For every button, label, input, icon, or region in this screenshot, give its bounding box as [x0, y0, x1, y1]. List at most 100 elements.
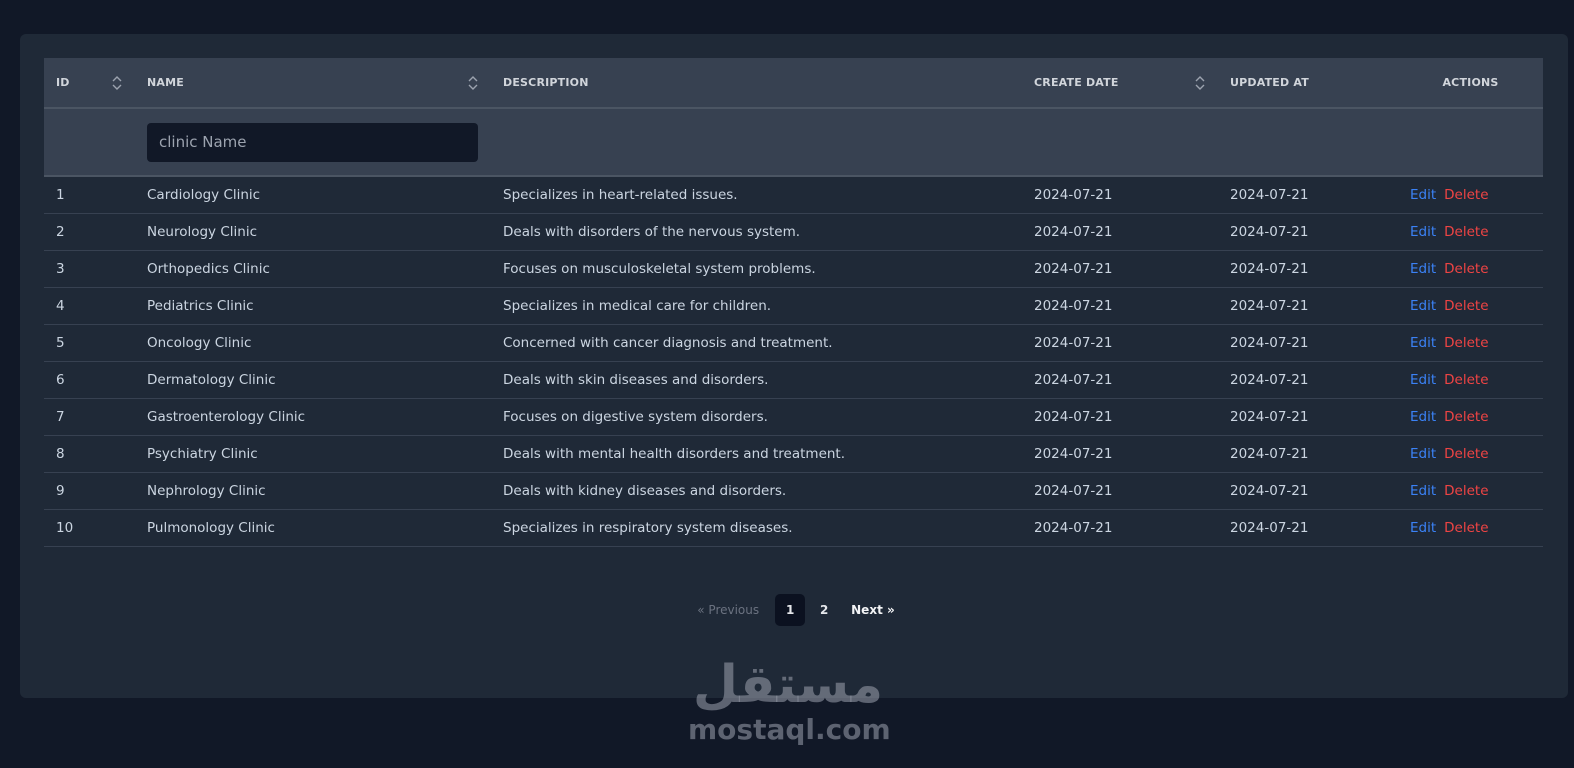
cell-updated-at: 2024-07-21 [1218, 250, 1398, 288]
cell-name: Dermatology Clinic [135, 361, 491, 399]
edit-link[interactable]: Edit [1410, 409, 1436, 425]
header-name[interactable]: NAME [135, 58, 491, 109]
delete-link[interactable]: Delete [1444, 224, 1488, 240]
cell-updated-at: 2024-07-21 [1218, 287, 1398, 325]
delete-link[interactable]: Delete [1444, 187, 1488, 203]
sort-updown-icon[interactable] [467, 75, 479, 91]
cell-actions: Edit Delete [1398, 213, 1543, 251]
cell-create-date: 2024-07-21 [1022, 287, 1218, 325]
header-id[interactable]: ID [44, 58, 135, 109]
page-2-button[interactable]: 2 [809, 594, 839, 626]
cell-updated-at: 2024-07-21 [1218, 176, 1398, 214]
cell-id: 4 [44, 287, 135, 325]
cell-actions: Edit Delete [1398, 324, 1543, 362]
table-row: 10 Pulmonology Clinic Specializes in respi… [44, 509, 1543, 547]
cell-id: 6 [44, 361, 135, 399]
delete-link[interactable]: Delete [1444, 298, 1488, 314]
filter-row [44, 108, 1543, 177]
cell-description: Specializes in heart-related issues. [491, 176, 1022, 214]
edit-link[interactable]: Edit [1410, 224, 1436, 240]
cell-name: Psychiatry Clinic [135, 435, 491, 473]
cell-actions: Edit Delete [1398, 435, 1543, 473]
delete-link[interactable]: Delete [1444, 335, 1488, 351]
cell-create-date: 2024-07-21 [1022, 213, 1218, 251]
cell-description: Deals with skin diseases and disorders. [491, 361, 1022, 399]
filter-cell-empty [1218, 108, 1398, 177]
delete-link[interactable]: Delete [1444, 446, 1488, 462]
cell-id: 7 [44, 398, 135, 436]
delete-link[interactable]: Delete [1444, 520, 1488, 536]
cell-description: Focuses on musculoskeletal system proble… [491, 250, 1022, 288]
cell-create-date: 2024-07-21 [1022, 324, 1218, 362]
page-1-button[interactable]: 1 [775, 594, 806, 626]
cell-name: Gastroenterology Clinic [135, 398, 491, 436]
cell-actions: Edit Delete [1398, 176, 1543, 214]
cell-actions: Edit Delete [1398, 472, 1543, 510]
table-row: 1 Cardiology Clinic Specializes in heart-r… [44, 176, 1543, 214]
cell-name: Pediatrics Clinic [135, 287, 491, 325]
cell-actions: Edit Delete [1398, 509, 1543, 547]
cell-id: 9 [44, 472, 135, 510]
table-row: 7 Gastroenterology Clinic Focuses on diges… [44, 398, 1543, 436]
table-row: 5 Oncology Clinic Concerned with cancer di… [44, 324, 1543, 362]
header-id-label: ID [56, 76, 70, 89]
edit-link[interactable]: Edit [1410, 187, 1436, 203]
cell-name: Orthopedics Clinic [135, 250, 491, 288]
delete-link[interactable]: Delete [1444, 409, 1488, 425]
table-row: 4 Pediatrics Clinic Specializes in medical… [44, 287, 1543, 325]
filter-cell-name [135, 108, 491, 177]
cell-create-date: 2024-07-21 [1022, 509, 1218, 547]
cell-actions: Edit Delete [1398, 398, 1543, 436]
header-description-label: DESCRIPTION [503, 76, 589, 89]
table-row: 6 Dermatology Clinic Deals with skin disea… [44, 361, 1543, 399]
cell-create-date: 2024-07-21 [1022, 176, 1218, 214]
edit-link[interactable]: Edit [1410, 446, 1436, 462]
cell-updated-at: 2024-07-21 [1218, 472, 1398, 510]
cell-description: Specializes in respiratory system diseas… [491, 509, 1022, 547]
cell-name: Cardiology Clinic [135, 176, 491, 214]
cell-id: 10 [44, 509, 135, 547]
table-row: 3 Orthopedics Clinic Focuses on musculoske… [44, 250, 1543, 288]
edit-link[interactable]: Edit [1410, 520, 1436, 536]
header-actions: ACTIONS [1398, 58, 1543, 109]
delete-link[interactable]: Delete [1444, 372, 1488, 388]
edit-link[interactable]: Edit [1410, 335, 1436, 351]
cell-create-date: 2024-07-21 [1022, 398, 1218, 436]
watermark-latin: mostaql.com [688, 713, 891, 746]
clinics-table: ID NAME DESCRIPTION CREATE DATE UPDATED … [44, 58, 1543, 547]
cell-updated-at: 2024-07-21 [1218, 213, 1398, 251]
edit-link[interactable]: Edit [1410, 372, 1436, 388]
previous-page-link[interactable]: « Previous [685, 603, 771, 617]
sort-updown-icon[interactable] [111, 75, 123, 91]
table-row: 2 Neurology Clinic Deals with disorders of… [44, 213, 1543, 251]
header-create-date[interactable]: CREATE DATE [1022, 58, 1218, 109]
mostaql-watermark: مستقل mostaql.com [688, 655, 891, 746]
cell-id: 8 [44, 435, 135, 473]
cell-create-date: 2024-07-21 [1022, 250, 1218, 288]
header-create-date-label: CREATE DATE [1034, 76, 1119, 89]
edit-link[interactable]: Edit [1410, 298, 1436, 314]
cell-create-date: 2024-07-21 [1022, 435, 1218, 473]
cell-description: Deals with kidney diseases and disorders… [491, 472, 1022, 510]
edit-link[interactable]: Edit [1410, 483, 1436, 499]
cell-description: Concerned with cancer diagnosis and trea… [491, 324, 1022, 362]
cell-actions: Edit Delete [1398, 361, 1543, 399]
next-page-link[interactable]: Next » [843, 603, 903, 617]
pagination: « Previous 1 2 Next » [20, 594, 1568, 626]
watermark-arabic: مستقل [692, 655, 884, 715]
delete-link[interactable]: Delete [1444, 261, 1488, 277]
cell-description: Focuses on digestive system disorders. [491, 398, 1022, 436]
clinics-card: ID NAME DESCRIPTION CREATE DATE UPDATED … [20, 34, 1568, 698]
filter-cell-empty [44, 108, 135, 177]
header-description: DESCRIPTION [491, 58, 1022, 109]
table-body: 1 Cardiology Clinic Specializes in heart-r… [44, 176, 1543, 547]
cell-id: 3 [44, 250, 135, 288]
cell-create-date: 2024-07-21 [1022, 361, 1218, 399]
sort-updown-icon[interactable] [1194, 75, 1206, 91]
header-updated-at: UPDATED AT [1218, 58, 1398, 109]
cell-actions: Edit Delete [1398, 250, 1543, 288]
table-row: 9 Nephrology Clinic Deals with kidney dise… [44, 472, 1543, 510]
edit-link[interactable]: Edit [1410, 261, 1436, 277]
delete-link[interactable]: Delete [1444, 483, 1488, 499]
clinic-name-filter-input[interactable] [147, 122, 478, 162]
